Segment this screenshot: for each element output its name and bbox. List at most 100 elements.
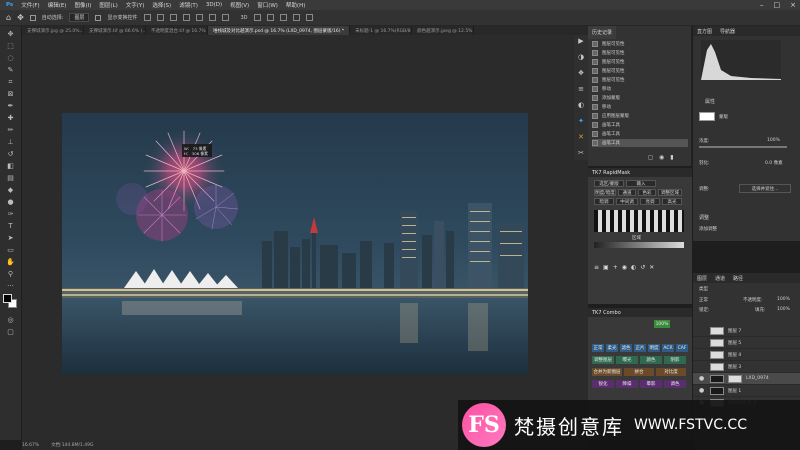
tk7-input-button[interactable]: 输入	[626, 180, 656, 187]
camera-icon[interactable]: ◉	[659, 154, 664, 161]
show-transform-checkbox[interactable]	[95, 14, 102, 21]
layer-row[interactable]: 图层 5	[693, 337, 800, 349]
history-item[interactable]: 移动	[592, 85, 688, 93]
layer-row[interactable]: 图层 3	[693, 361, 800, 373]
history-item[interactable]: 图层可见性	[592, 67, 688, 75]
doc-tab[interactable]: 不透明度混合.tif @ 16.7% (L...	[146, 26, 208, 35]
minimize-icon[interactable]: –	[760, 1, 764, 9]
marquee-tool-icon[interactable]: ⬚	[5, 42, 16, 50]
distribute-icon[interactable]	[221, 14, 229, 21]
combo-btn[interactable]: 调色	[664, 380, 686, 388]
menu-edit[interactable]: 编辑(E)	[48, 1, 67, 9]
tools-icon[interactable]: ✦	[577, 117, 585, 125]
healing-tool-icon[interactable]: ✚	[5, 114, 16, 122]
combo-btn[interactable]: 合并为新图层	[592, 368, 622, 376]
combo-btn[interactable]: 对比度	[656, 368, 686, 376]
history-panel-title[interactable]: 历史记录	[588, 26, 617, 39]
doc-tab[interactable]: 颜色越演示.jpeg @ 12.5%...	[412, 26, 475, 35]
layer-row[interactable]: ● 图层 1	[693, 385, 800, 397]
layer-row[interactable]: 图层 4	[693, 349, 800, 361]
document-image[interactable]: W： 73 像素 H： 306 像素	[62, 113, 528, 374]
zoom-level[interactable]: 16.67%	[22, 443, 39, 448]
combo-btn[interactable]: 正常	[592, 344, 604, 352]
history-item[interactable]: 图层可见性	[592, 58, 688, 66]
doc-tab[interactable]: 未标题-1 @ 16.7%(RGB/8...	[350, 26, 413, 35]
tk7-light-button[interactable]: 亮调	[640, 198, 660, 205]
align-middle-icon[interactable]	[195, 14, 203, 21]
combo-pct-badge[interactable]: 100%	[654, 320, 670, 328]
pen-tool-icon[interactable]: ✑	[5, 210, 16, 218]
doc-tab[interactable]: 支撑城演示.jpg @ 25.0%...	[22, 26, 84, 35]
close-icon[interactable]: ×	[790, 1, 796, 9]
fill-value[interactable]: 100%	[777, 307, 790, 312]
history-item-active[interactable]: 画笔工具	[592, 139, 688, 147]
menu-3d[interactable]: 3D(D)	[206, 2, 222, 8]
quick-select-tool-icon[interactable]: ✎	[5, 66, 16, 74]
combo-btn[interactable]: 正片	[634, 344, 646, 352]
tk7-midtone-button[interactable]: 中间调	[616, 198, 638, 205]
foreground-color-swatch[interactable]	[3, 294, 12, 303]
3d-slide-icon[interactable]	[292, 14, 300, 21]
combo-btn[interactable]: 降噪	[616, 380, 638, 388]
align-right-icon[interactable]	[169, 14, 177, 21]
brush-settings-icon[interactable]: ✂	[577, 149, 585, 157]
tk7-list-icon[interactable]: ≡	[594, 264, 599, 271]
layer-row[interactable]: 图层 7	[693, 325, 800, 337]
frame-tool-icon[interactable]: ⊠	[5, 90, 16, 98]
menu-select[interactable]: 选择(S)	[152, 1, 171, 9]
doc-tab[interactable]: 支撑城演示.tif @ 66.6% (...	[84, 26, 146, 35]
history-item[interactable]: 添加蒙版	[592, 94, 688, 102]
tk7-add-icon[interactable]: +	[613, 264, 618, 271]
combo-btn[interactable]: 曝光	[616, 356, 638, 364]
brush-tool-icon[interactable]: ✏	[5, 126, 16, 134]
tk7-shadow-button[interactable]: 暗调	[594, 198, 614, 205]
history-item[interactable]: 图层可见性	[592, 49, 688, 57]
hand-tool-icon[interactable]: ✋	[5, 258, 16, 266]
combo-btn[interactable]: 颜色	[640, 356, 662, 364]
align-bottom-icon[interactable]	[208, 14, 216, 21]
align-top-icon[interactable]	[182, 14, 190, 21]
blur-tool-icon[interactable]: ◆	[5, 186, 16, 194]
tk7-color-button[interactable]: 色彩	[638, 189, 656, 196]
eyedropper-tool-icon[interactable]: ✒	[5, 102, 16, 110]
menu-filter[interactable]: 滤镜(T)	[179, 1, 198, 9]
menu-layer[interactable]: 图层(L)	[99, 1, 117, 9]
3d-roll-icon[interactable]	[266, 14, 274, 21]
move-tool-icon[interactable]: ✥	[5, 30, 16, 38]
3d-pan-icon[interactable]	[279, 14, 287, 21]
stamp-tool-icon[interactable]: ⊥	[5, 138, 16, 146]
menu-help[interactable]: 帮助(H)	[286, 1, 305, 9]
more-tools-icon[interactable]: ···	[5, 282, 16, 290]
blend-mode-dropdown[interactable]: 正常	[699, 297, 708, 303]
opacity-value[interactable]: 100%	[777, 297, 790, 302]
tk7-reset-icon[interactable]: ↺	[640, 264, 645, 271]
combo-btn[interactable]: 滤色	[620, 344, 632, 352]
screen-mode-icon[interactable]: ▢	[5, 328, 16, 336]
tab-channels[interactable]: 通道	[715, 275, 725, 282]
snapshot-icon[interactable]: ◻	[648, 154, 653, 161]
tk7-highlight-button[interactable]: 高光	[662, 198, 682, 205]
tk7-selection-button[interactable]: 选区/蒙版	[594, 180, 624, 187]
history-item[interactable]: 图层可见性	[592, 76, 688, 84]
tk7-mask-icon[interactable]: ▣	[603, 264, 609, 271]
history-item[interactable]: 应用图层蒙版	[592, 112, 688, 120]
density-value[interactable]: 100%	[767, 138, 780, 143]
quick-mask-icon[interactable]: ◎	[5, 316, 16, 324]
combo-btn[interactable]: 明度	[648, 344, 660, 352]
home-icon[interactable]: ⌂	[6, 13, 11, 22]
eraser-tool-icon[interactable]: ◧	[5, 162, 16, 170]
menu-type[interactable]: 文字(Y)	[126, 1, 145, 9]
history-brush-icon[interactable]: ↺	[5, 150, 16, 158]
combo-btn[interactable]: 阴影	[664, 356, 686, 364]
history-item[interactable]: 画笔工具	[592, 130, 688, 138]
crosshair-icon[interactable]: ✕	[577, 133, 585, 141]
rectangle-tool-icon[interactable]: ▭	[5, 246, 16, 254]
tk7-luma-button[interactable]: 明度/暗度	[594, 189, 616, 196]
tab-paths[interactable]: 路径	[733, 275, 743, 282]
zoom-tool-icon[interactable]: ⚲	[5, 270, 16, 278]
align-left-icon[interactable]	[143, 14, 151, 21]
menu-image[interactable]: 图像(I)	[74, 1, 91, 9]
combo-btn[interactable]: ACR	[662, 344, 674, 352]
tab-histogram[interactable]: 直方图	[697, 28, 712, 35]
menu-file[interactable]: 文件(F)	[21, 1, 39, 9]
